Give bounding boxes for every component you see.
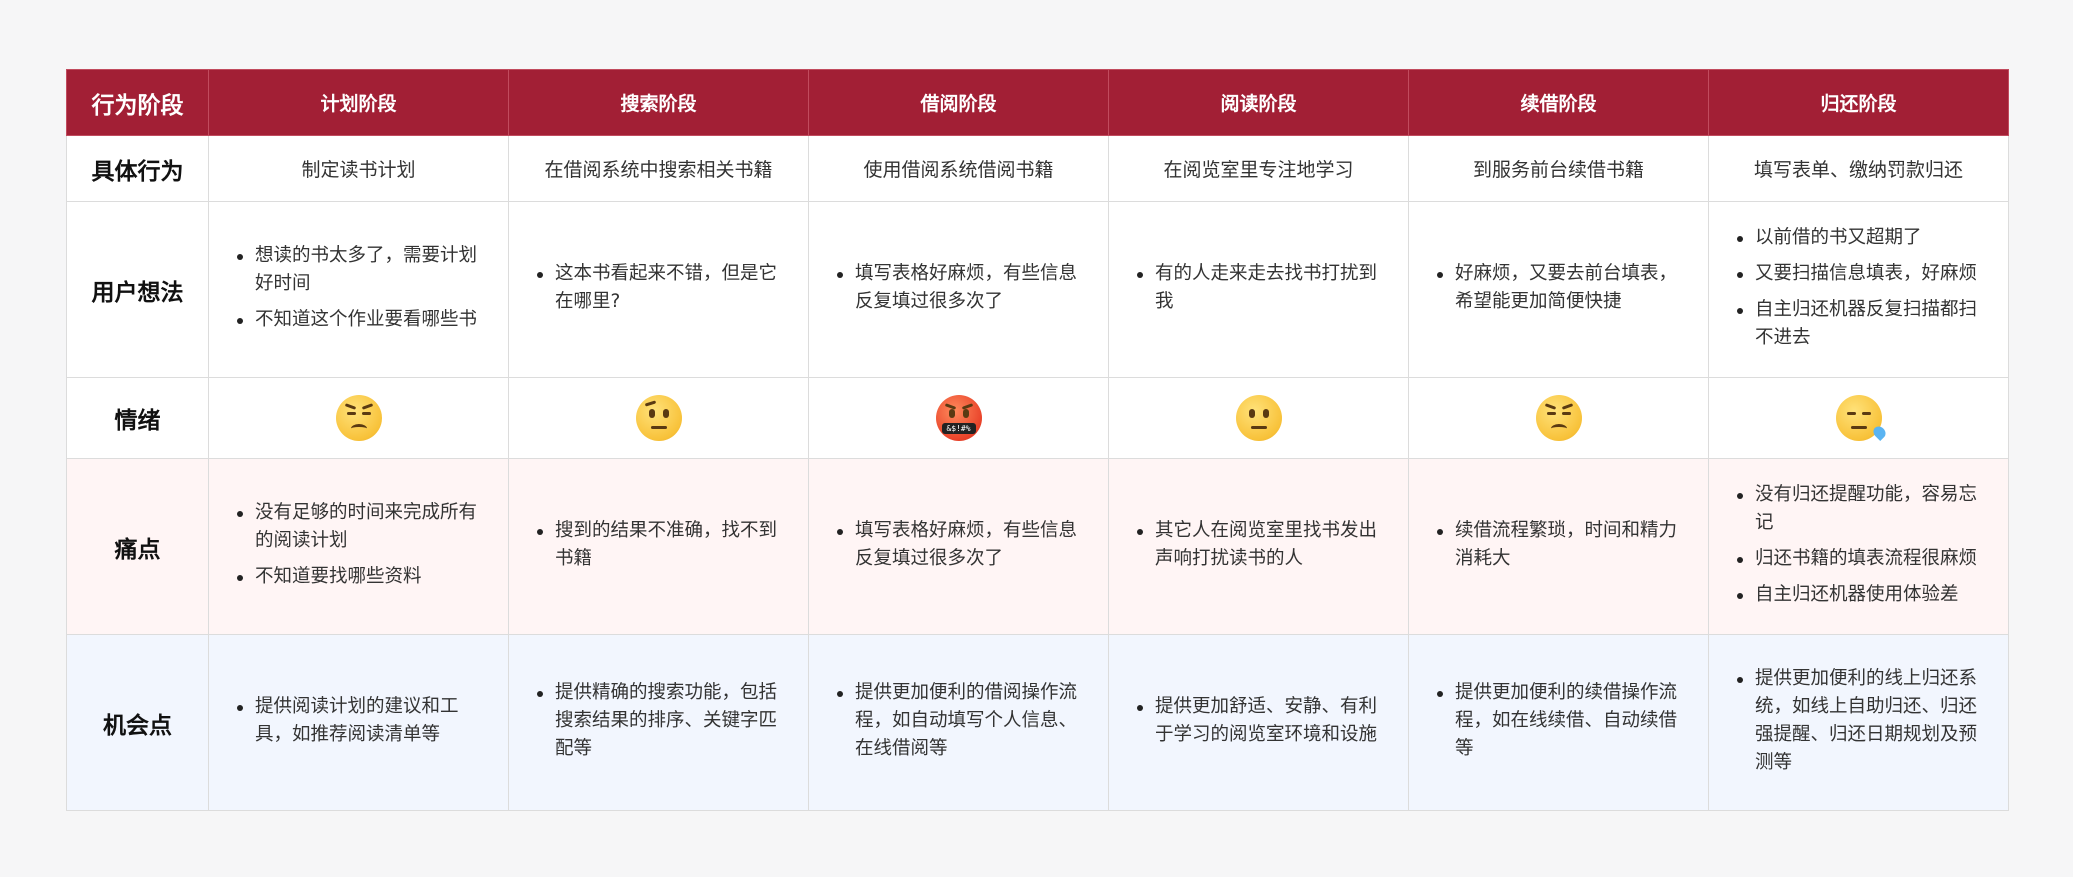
bullet-list: 续借流程繁琐，时间和精力消耗大 (1409, 517, 1708, 573)
row-label-behavior: 具体行为 (66, 135, 209, 202)
behavior-cell: 到服务前台续借书籍 (1408, 135, 1709, 202)
list-item: 提供更加便利的续借操作流程，如在线续借、自动续借等 (1435, 679, 1690, 763)
list-item: 续借流程繁琐，时间和精力消耗大 (1435, 517, 1690, 573)
stage-header-borrow: 借阅阶段 (808, 69, 1109, 136)
list-item: 提供更加便利的线上归还系统，如线上自助归还、归还强提醒、归还日期规划及预测等 (1735, 665, 1990, 777)
opportunity-cell: 提供阅读计划的建议和工具，如推荐阅读清单等 (208, 634, 509, 811)
stage-header-plan: 计划阶段 (208, 69, 509, 136)
list-item: 好麻烦，又要去前台填表，希望能更加简便快捷 (1435, 260, 1690, 316)
stage-header-renew: 续借阶段 (1408, 69, 1709, 136)
user-journey-table: 行为阶段 计划阶段 搜索阶段 借阅阶段 阅读阶段 续借阶段 归还阶段 具体行为 … (66, 69, 2009, 811)
list-item: 其它人在阅览室里找书发出声响打扰读书的人 (1135, 517, 1390, 573)
raised-eyebrow-face-icon (635, 395, 682, 441)
list-item: 自主归还机器反复扫描都扫不进去 (1735, 296, 1990, 352)
thoughts-cell: 以前借的书又超期了 又要扫描信息填表，好麻烦 自主归还机器反复扫描都扫不进去 (1708, 201, 2009, 378)
emotion-row: 情绪 &$!#% (66, 377, 2009, 459)
droplet-icon (1870, 424, 1888, 441)
emotion-cell: &$!#% (808, 377, 1109, 459)
list-item: 提供更加便利的借阅操作流程，如自动填写个人信息、在线借阅等 (835, 679, 1090, 763)
bullet-list: 填写表格好麻烦，有些信息反复填过很多次了 (809, 517, 1108, 573)
bullet-list: 提供更加舒适、安静、有利于学习的阅览室环境和设施 (1109, 693, 1408, 749)
behavior-cell: 制定读书计划 (208, 135, 509, 202)
censor-text: &$!#% (941, 423, 976, 434)
opportunity-cell: 提供更加便利的借阅操作流程，如自动填写个人信息、在线借阅等 (808, 634, 1109, 811)
thoughts-cell: 填写表格好麻烦，有些信息反复填过很多次了 (808, 201, 1109, 378)
bullet-list: 好麻烦，又要去前台填表，希望能更加简便快捷 (1409, 260, 1708, 316)
thoughts-cell: 有的人走来走去找书打扰到我 (1108, 201, 1409, 378)
row-label-opportunity: 机会点 (66, 634, 209, 811)
list-item: 以前借的书又超期了 (1735, 224, 1990, 252)
thoughts-cell: 好麻烦，又要去前台填表，希望能更加简便快捷 (1408, 201, 1709, 378)
opportunity-row: 机会点 提供阅读计划的建议和工具，如推荐阅读清单等 提供精确的搜索功能，包括搜索… (66, 634, 2009, 811)
pain-cell: 填写表格好麻烦，有些信息反复填过很多次了 (808, 458, 1109, 635)
list-item: 提供更加舒适、安静、有利于学习的阅览室环境和设施 (1135, 693, 1390, 749)
stage-header-row: 行为阶段 计划阶段 搜索阶段 借阅阶段 阅读阶段 续借阶段 归还阶段 (66, 69, 2009, 136)
list-item: 填写表格好麻烦，有些信息反复填过很多次了 (835, 260, 1090, 316)
bullet-list: 填写表格好麻烦，有些信息反复填过很多次了 (809, 260, 1108, 316)
pain-cell: 没有归还提醒功能，容易忘记 归还书籍的填表流程很麻烦 自主归还机器使用体验差 (1708, 458, 2009, 635)
list-item: 自主归还机器使用体验差 (1735, 581, 1990, 609)
thoughts-cell: 想读的书太多了，需要计划好时间 不知道这个作业要看哪些书 (208, 201, 509, 378)
emotion-cell (508, 377, 809, 459)
behavior-cell: 使用借阅系统借阅书籍 (808, 135, 1109, 202)
row-label-thoughts: 用户想法 (66, 201, 209, 378)
emotion-cell (1408, 377, 1709, 459)
bullet-list: 提供更加便利的续借操作流程，如在线续借、自动续借等 (1409, 679, 1708, 763)
bullet-list: 提供精确的搜索功能，包括搜索结果的排序、关键字匹配等 (509, 679, 808, 763)
list-item: 没有归还提醒功能，容易忘记 (1735, 481, 1990, 537)
bullet-list: 想读的书太多了，需要计划好时间 不知道这个作业要看哪些书 (209, 242, 508, 334)
thoughts-row: 用户想法 想读的书太多了，需要计划好时间 不知道这个作业要看哪些书 这本书看起来… (66, 201, 2009, 378)
emotion-cell (1108, 377, 1409, 459)
list-item: 提供精确的搜索功能，包括搜索结果的排序、关键字匹配等 (535, 679, 790, 763)
list-item: 这本书看起来不错，但是它在哪里? (535, 260, 790, 316)
emotion-cell (208, 377, 509, 459)
stage-header-return: 归还阶段 (1708, 69, 2009, 136)
list-item: 有的人走来走去找书打扰到我 (1135, 260, 1390, 316)
behavior-cell: 在借阅系统中搜索相关书籍 (508, 135, 809, 202)
behavior-cell: 在阅览室里专注地学习 (1108, 135, 1409, 202)
stage-header-search: 搜索阶段 (508, 69, 809, 136)
pain-cell: 续借流程繁琐，时间和精力消耗大 (1408, 458, 1709, 635)
bullet-list: 没有归还提醒功能，容易忘记 归还书籍的填表流程很麻烦 自主归还机器使用体验差 (1709, 481, 2008, 609)
pain-row: 痛点 没有足够的时间来完成所有的阅读计划 不知道要找哪些资料 搜到的结果不准确，… (66, 458, 2009, 635)
pain-cell: 搜到的结果不准确，找不到书籍 (508, 458, 809, 635)
bullet-list: 提供更加便利的线上归还系统，如线上自助归还、归还强提醒、归还日期规划及预测等 (1709, 665, 2008, 777)
list-item: 提供阅读计划的建议和工具，如推荐阅读清单等 (235, 693, 490, 749)
list-item: 搜到的结果不准确，找不到书籍 (535, 517, 790, 573)
bullet-list: 提供更加便利的借阅操作流程，如自动填写个人信息、在线借阅等 (809, 679, 1108, 763)
bullet-list: 这本书看起来不错，但是它在哪里? (509, 260, 808, 316)
bullet-list: 以前借的书又超期了 又要扫描信息填表，好麻烦 自主归还机器反复扫描都扫不进去 (1709, 224, 2008, 352)
row-label-emotion: 情绪 (66, 377, 209, 459)
emotion-cell (1708, 377, 2009, 459)
list-item: 没有足够的时间来完成所有的阅读计划 (235, 499, 490, 555)
bullet-list: 有的人走来走去找书打扰到我 (1109, 260, 1408, 316)
neutral-face-icon (1235, 395, 1282, 441)
row-label-pain: 痛点 (66, 458, 209, 635)
bullet-list: 提供阅读计划的建议和工具，如推荐阅读清单等 (209, 693, 508, 749)
bullet-list: 其它人在阅览室里找书发出声响打扰读书的人 (1109, 517, 1408, 573)
list-item: 不知道这个作业要看哪些书 (235, 306, 490, 334)
list-item: 不知道要找哪些资料 (235, 563, 490, 591)
list-item: 填写表格好麻烦，有些信息反复填过很多次了 (835, 517, 1090, 573)
list-item: 又要扫描信息填表，好麻烦 (1735, 260, 1990, 288)
list-item: 归还书籍的填表流程很麻烦 (1735, 545, 1990, 573)
pain-cell: 其它人在阅览室里找书发出声响打扰读书的人 (1108, 458, 1409, 635)
opportunity-cell: 提供精确的搜索功能，包括搜索结果的排序、关键字匹配等 (508, 634, 809, 811)
thoughts-cell: 这本书看起来不错，但是它在哪里? (508, 201, 809, 378)
behavior-row: 具体行为 制定读书计划 在借阅系统中搜索相关书籍 使用借阅系统借阅书籍 在阅览室… (66, 135, 2009, 202)
stage-header-read: 阅读阶段 (1108, 69, 1409, 136)
list-item: 想读的书太多了，需要计划好时间 (235, 242, 490, 298)
behavior-cell: 填写表单、缴纳罚款归还 (1708, 135, 2009, 202)
cursing-face-icon: &$!#% (935, 395, 982, 441)
bullet-list: 搜到的结果不准确，找不到书籍 (509, 517, 808, 573)
corner-header: 行为阶段 (66, 69, 209, 136)
sleepy-face-icon (1835, 395, 1888, 441)
bullet-list: 没有足够的时间来完成所有的阅读计划 不知道要找哪些资料 (209, 499, 508, 591)
pensive-face-icon (1535, 395, 1582, 441)
opportunity-cell: 提供更加便利的线上归还系统，如线上自助归还、归还强提醒、归还日期规划及预测等 (1708, 634, 2009, 811)
pensive-face-icon (335, 395, 382, 441)
pain-cell: 没有足够的时间来完成所有的阅读计划 不知道要找哪些资料 (208, 458, 509, 635)
opportunity-cell: 提供更加舒适、安静、有利于学习的阅览室环境和设施 (1108, 634, 1409, 811)
opportunity-cell: 提供更加便利的续借操作流程，如在线续借、自动续借等 (1408, 634, 1709, 811)
